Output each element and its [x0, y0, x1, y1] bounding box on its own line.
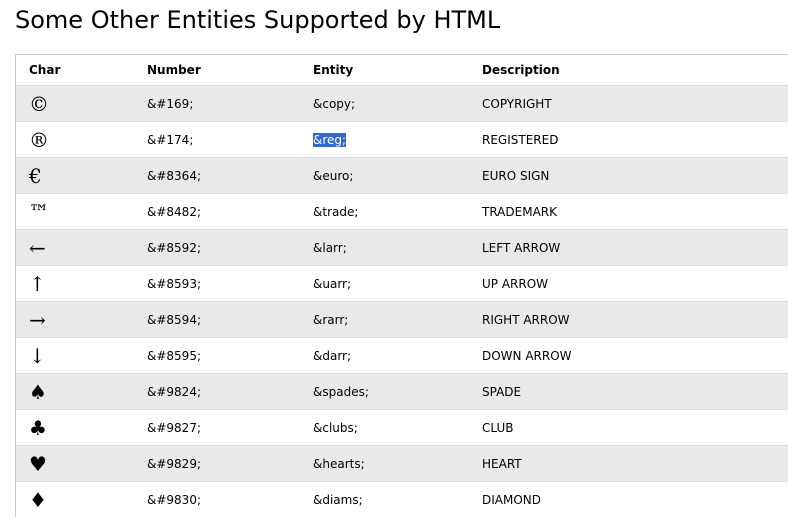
entity-cell: &trade;: [313, 194, 482, 230]
description-cell: DOWN ARROW: [482, 338, 788, 374]
char-cell: ♦: [16, 482, 147, 517]
entity-cell: &diams;: [313, 482, 482, 517]
number-cell: &#8592;: [147, 230, 313, 266]
description-cell: COPYRIGHT: [482, 86, 788, 122]
entities-table: Char Number Entity Description © &#169; …: [16, 55, 788, 517]
page-title: Some Other Entities Supported by HTML: [15, 4, 500, 36]
header-description: Description: [482, 55, 788, 86]
selected-text[interactable]: &reg;: [313, 133, 346, 147]
entity-cell: &hearts;: [313, 446, 482, 482]
table-row: ← &#8592; &larr; LEFT ARROW: [16, 230, 788, 266]
entity-cell: &clubs;: [313, 410, 482, 446]
number-cell: &#9829;: [147, 446, 313, 482]
number-cell: &#8593;: [147, 266, 313, 302]
char-cell: ♣: [16, 410, 147, 446]
number-cell: &#9830;: [147, 482, 313, 517]
number-cell: &#8364;: [147, 158, 313, 194]
description-cell: REGISTERED: [482, 122, 788, 158]
description-cell: DIAMOND: [482, 482, 788, 517]
description-cell: HEART: [482, 446, 788, 482]
description-cell: EURO SIGN: [482, 158, 788, 194]
entity-cell: &euro;: [313, 158, 482, 194]
char-cell: ♠: [16, 374, 147, 410]
description-cell: RIGHT ARROW: [482, 302, 788, 338]
char-cell: ←: [16, 230, 147, 266]
table-row: ♠ &#9824; &spades; SPADE: [16, 374, 788, 410]
entity-cell: &reg;: [313, 122, 482, 158]
description-cell: UP ARROW: [482, 266, 788, 302]
table-row: ♥ &#9829; &hearts; HEART: [16, 446, 788, 482]
table-row: € &#8364; &euro; EURO SIGN: [16, 158, 788, 194]
table-row: ♦ &#9830; &diams; DIAMOND: [16, 482, 788, 517]
number-cell: &#8594;: [147, 302, 313, 338]
description-cell: CLUB: [482, 410, 788, 446]
description-cell: SPADE: [482, 374, 788, 410]
header-entity: Entity: [313, 55, 482, 86]
entity-cell: &copy;: [313, 86, 482, 122]
table-row: ♣ &#9827; &clubs; CLUB: [16, 410, 788, 446]
char-cell: ♥: [16, 446, 147, 482]
table-row: ™ &#8482; &trade; TRADEMARK: [16, 194, 788, 230]
char-cell: ↑: [16, 266, 147, 302]
table-row: → &#8594; &rarr; RIGHT ARROW: [16, 302, 788, 338]
char-cell: ©: [16, 86, 147, 122]
char-cell: ®: [16, 122, 147, 158]
entity-cell: &uarr;: [313, 266, 482, 302]
table-row: ↓ &#8595; &darr; DOWN ARROW: [16, 338, 788, 374]
char-cell: €: [16, 158, 147, 194]
table-row: © &#169; &copy; COPYRIGHT: [16, 86, 788, 122]
number-cell: &#169;: [147, 86, 313, 122]
entities-table-container: Char Number Entity Description © &#169; …: [15, 54, 788, 517]
header-number: Number: [147, 55, 313, 86]
char-cell: →: [16, 302, 147, 338]
entity-cell: &larr;: [313, 230, 482, 266]
entity-cell: &spades;: [313, 374, 482, 410]
table-row: ® &#174; &reg; REGISTERED: [16, 122, 788, 158]
char-cell: ™: [16, 194, 147, 230]
entity-cell: &darr;: [313, 338, 482, 374]
table-row: ↑ &#8593; &uarr; UP ARROW: [16, 266, 788, 302]
entity-cell: &rarr;: [313, 302, 482, 338]
number-cell: &#8482;: [147, 194, 313, 230]
table-header-row: Char Number Entity Description: [16, 55, 788, 86]
description-cell: TRADEMARK: [482, 194, 788, 230]
char-cell: ↓: [16, 338, 147, 374]
number-cell: &#9824;: [147, 374, 313, 410]
number-cell: &#174;: [147, 122, 313, 158]
number-cell: &#9827;: [147, 410, 313, 446]
description-cell: LEFT ARROW: [482, 230, 788, 266]
number-cell: &#8595;: [147, 338, 313, 374]
header-char: Char: [16, 55, 147, 86]
